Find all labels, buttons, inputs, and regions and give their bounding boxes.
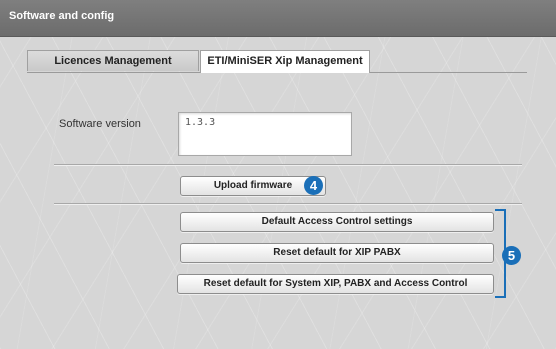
divider — [54, 164, 522, 166]
divider — [54, 203, 522, 205]
tab-eti-miniser-xip-management[interactable]: ETI/MiniSER Xip Management — [200, 50, 370, 73]
tab-strip: Licences Management ETI/MiniSER Xip Mana… — [27, 50, 527, 73]
software-version-label: Software version — [59, 118, 141, 130]
window-title: Software and config — [9, 10, 115, 22]
settings-panel: Software and config Licences Management … — [0, 0, 556, 349]
callout-4: 4 — [304, 176, 323, 195]
reset-xip-pabx-button[interactable]: Reset default for XIP PABX — [180, 243, 494, 263]
default-access-control-button[interactable]: Default Access Control settings — [180, 212, 494, 232]
tab-licences-management[interactable]: Licences Management — [27, 50, 199, 71]
window-titlebar: Software and config — [0, 0, 556, 37]
tab-content: Software version 1.3.3 Upload firmware 4… — [27, 72, 537, 349]
callout-5: 5 — [502, 246, 521, 265]
reset-system-xip-pabx-access-button[interactable]: Reset default for System XIP, PABX and A… — [177, 274, 494, 294]
software-version-field: 1.3.3 — [178, 112, 352, 156]
